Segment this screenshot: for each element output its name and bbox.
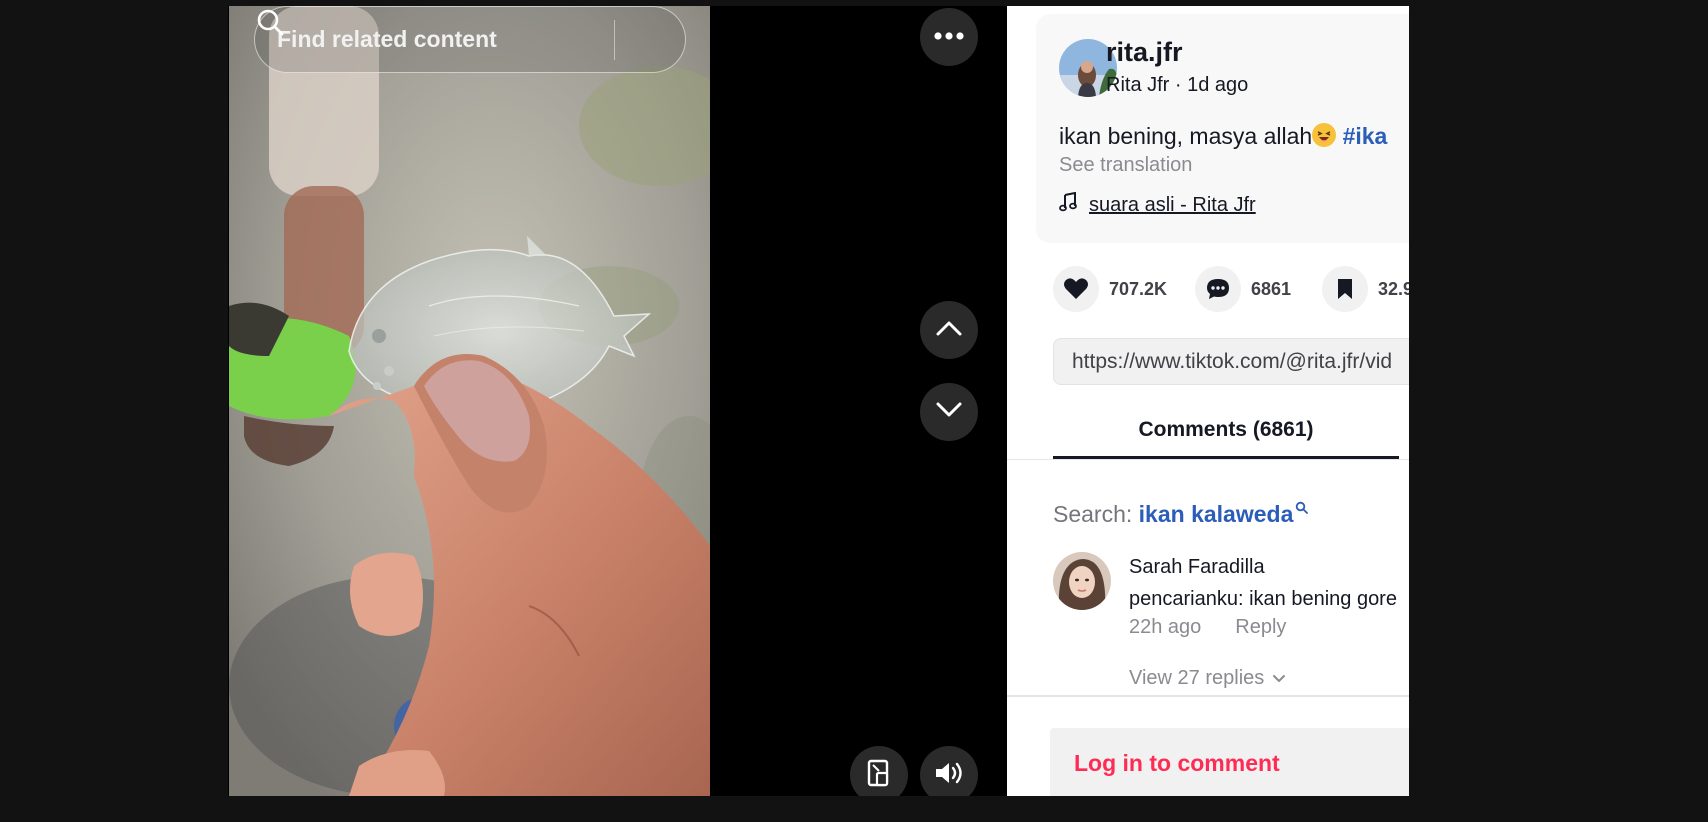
comment-time: 22h ago: [1129, 616, 1202, 638]
search-suggestion-prefix: Search:: [1053, 501, 1139, 527]
see-translation-link[interactable]: See translation: [1059, 154, 1192, 177]
chevron-up-icon: [935, 319, 963, 342]
volume-button[interactable]: [920, 746, 978, 796]
reply-button[interactable]: Reply: [1235, 616, 1286, 638]
commenter-name[interactable]: Sarah Faradilla: [1129, 556, 1265, 579]
save-count: 32.9: [1378, 278, 1409, 299]
mini-player-button[interactable]: [850, 746, 908, 796]
view-replies-label[interactable]: View 27 replies: [1129, 667, 1264, 690]
chevron-down-icon: [1272, 667, 1286, 690]
chevron-down-icon: [935, 401, 963, 424]
details-panel: rita.jfr Rita Jfr · 1d ago ikan bening, …: [1007, 6, 1409, 796]
bookmark-icon[interactable]: [1322, 266, 1368, 312]
login-to-comment-button[interactable]: Log in to comment: [1074, 750, 1280, 777]
mini-player-icon: [866, 759, 892, 792]
more-options-button[interactable]: [920, 8, 978, 66]
video-frame[interactable]: Find related content: [229, 6, 710, 796]
tab-divider: [1007, 459, 1409, 460]
search-suggestion[interactable]: Search: ikan kalaweda: [1053, 493, 1309, 528]
next-video-button[interactable]: [920, 383, 978, 441]
tab-comments[interactable]: Comments (6861): [1053, 418, 1399, 442]
like-stat[interactable]: 707.2K: [1053, 266, 1167, 312]
login-to-comment-bar[interactable]: Log in to comment: [1050, 728, 1409, 796]
comment-text: pencarianku: ikan bening gore: [1129, 588, 1397, 610]
tiktok-video-viewer: Find related content rita.jfr Rita Jfr ·…: [228, 6, 1409, 796]
heart-icon[interactable]: [1053, 266, 1099, 312]
small-search-icon: [1295, 493, 1309, 520]
music-title[interactable]: suara asli - Rita Jfr: [1089, 194, 1256, 217]
video-image: [229, 6, 710, 796]
search-input[interactable]: Find related content: [277, 26, 614, 53]
caption-hashtag[interactable]: #ika: [1343, 123, 1388, 149]
more-icon: [933, 28, 965, 46]
comment-stat[interactable]: 6861: [1195, 266, 1291, 312]
previous-video-button[interactable]: [920, 301, 978, 359]
author-username[interactable]: rita.jfr: [1106, 37, 1183, 68]
view-replies-button[interactable]: View 27 replies: [1129, 667, 1286, 690]
post-caption: ikan bening, masya allah #ika: [1059, 123, 1387, 150]
search-suggestion-term[interactable]: ikan kalaweda: [1139, 501, 1294, 527]
volume-icon: [933, 759, 965, 792]
comment-count: 6861: [1251, 278, 1292, 299]
like-count: 707.2K: [1109, 278, 1168, 299]
laughing-emoji-icon: [1312, 123, 1337, 147]
search-icon[interactable]: [257, 6, 685, 73]
save-stat[interactable]: 32.9: [1322, 266, 1409, 312]
commenter-avatar[interactable]: [1053, 552, 1111, 610]
find-related-search[interactable]: Find related content: [254, 6, 686, 73]
comment-icon[interactable]: [1195, 266, 1241, 312]
comment-meta: 22h ago Reply: [1129, 616, 1286, 639]
caption-text: ikan bening, masya allah: [1059, 123, 1313, 149]
share-url-field[interactable]: https://www.tiktok.com/@rita.jfr/vid: [1053, 338, 1409, 385]
comments-divider: [1007, 695, 1409, 697]
author-subline: Rita Jfr · 1d ago: [1106, 74, 1249, 96]
music-row[interactable]: suara asli - Rita Jfr: [1059, 191, 1256, 218]
music-note-icon: [1059, 191, 1077, 218]
